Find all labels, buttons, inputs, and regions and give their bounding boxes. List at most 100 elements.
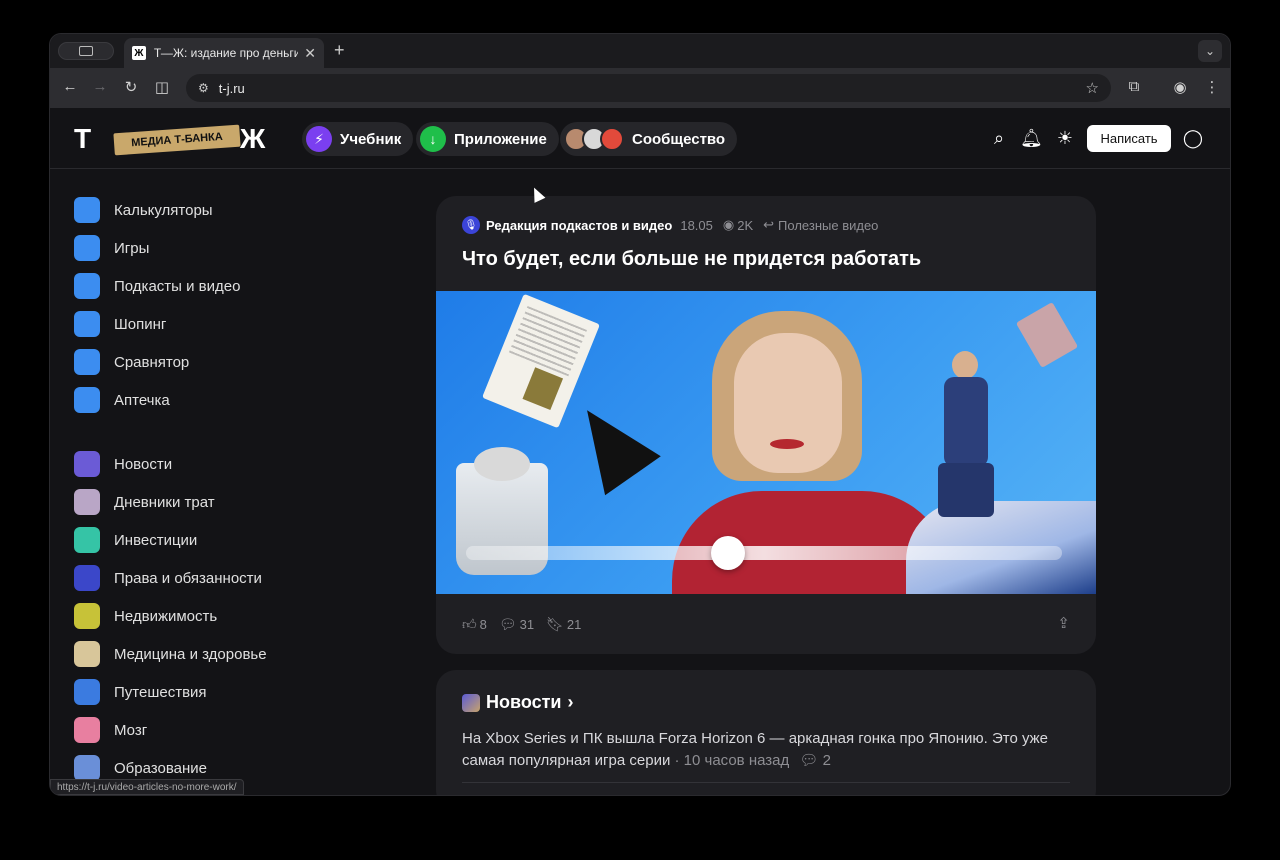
leftnav-item-shopping[interactable]: Шопинг [74, 310, 166, 338]
leftnav-label: Медицина и здоровье [114, 645, 267, 663]
bookmark-icon: 🔖︎ [546, 616, 564, 632]
leftnav-item-games[interactable]: Игры [74, 234, 149, 262]
lips [770, 439, 804, 449]
gamepad-icon [74, 235, 100, 261]
nav-community[interactable]: Сообщество [560, 122, 738, 156]
leftnav-item-investments[interactable]: Инвестиции [74, 526, 197, 554]
avatar [600, 127, 624, 151]
thumbs-up-icon: 👍︎ [462, 616, 477, 632]
write-button[interactable]: Написать [1087, 125, 1171, 152]
tab-strip: Ж Т—Ж: издание про деньги и ✕ + ⌄ [50, 34, 1230, 68]
reply-arrow-icon: ↩ [763, 217, 775, 232]
investments-icon [74, 527, 100, 553]
leftnav-item-travel[interactable]: Путешествия [74, 678, 207, 706]
profile-icon[interactable]: ◉ [1170, 78, 1190, 96]
logo-letter-zh: Ж [240, 123, 265, 154]
head [952, 351, 978, 379]
news-item[interactable]: На Xbox Series и ПК вышла Forza Horizon … [462, 728, 1072, 772]
reload-icon[interactable]: ↻ [121, 78, 141, 96]
article-cover-image[interactable] [436, 291, 1096, 594]
reading-mode-icon[interactable]: ◫ [152, 78, 172, 96]
gavel-icon [74, 565, 100, 591]
leftnav-item-realestate[interactable]: Недвижимость [74, 602, 217, 630]
forward-icon[interactable]: → [90, 78, 110, 95]
leftnav-label: Права и обязанности [114, 569, 262, 587]
nav-uchebnik[interactable]: ⚡ Учебник [302, 122, 414, 156]
comments-button[interactable]: 💬︎ 31 [499, 616, 534, 633]
community-avatars [564, 127, 624, 151]
close-tab-icon[interactable]: ✕ [304, 45, 316, 62]
article-title[interactable]: Что будет, если больше не придется работ… [462, 248, 921, 271]
leftnav-item-pharmacy[interactable]: Аптечка [74, 386, 170, 414]
book-illustration [1015, 301, 1079, 369]
leftnav-item-brain[interactable]: Мозг [74, 716, 147, 744]
nav-app[interactable]: ↓ Приложение [416, 122, 559, 156]
user-account-icon[interactable]: ◯ [1182, 128, 1204, 149]
leftnav-item-comparator[interactable]: Сравнятор [74, 348, 189, 376]
search-icon[interactable]: ⌕ [988, 128, 1010, 149]
new-tab-button[interactable]: + [334, 40, 345, 61]
leftnav-item-news[interactable]: Новости [74, 450, 172, 478]
site-settings-icon[interactable]: ⚙ [198, 81, 209, 95]
back-icon[interactable]: ← [60, 78, 80, 95]
leftnav-label: Мозг [114, 721, 148, 739]
tj-logo[interactable]: Т МЕДИА Т-БАНКА Ж [74, 123, 292, 156]
share-icon[interactable]: ⇪ [1057, 614, 1070, 632]
article-meta: 🎙︎ Редакция подкастов и видео 18.05 ◉ 2K… [462, 216, 878, 234]
face [734, 333, 842, 473]
article-author[interactable]: Редакция подкастов и видео [486, 218, 672, 233]
news-icon [462, 693, 480, 712]
compare-icon [74, 349, 100, 375]
address-bar[interactable]: ⚙ t-j.ru ☆ [186, 74, 1111, 102]
bookmark-button[interactable]: 🔖︎ 21 [546, 616, 581, 633]
nav-community-label: Сообщество [632, 130, 726, 148]
calculator-icon [74, 197, 100, 223]
article-card[interactable]: 🎙︎ Редакция подкастов и видео 18.05 ◉ 2K… [436, 196, 1096, 654]
eye-icon: ◉ [722, 217, 735, 232]
article-date: 18.05 [680, 217, 713, 233]
bookmark-star-icon[interactable]: ☆ [1086, 79, 1099, 97]
leftnav-item-education[interactable]: Образование [74, 754, 207, 782]
news-section-link[interactable]: Новости › [462, 692, 573, 713]
news-comment-count: 2 [822, 752, 831, 769]
logo-letter-t: Т [74, 123, 91, 154]
leftnav-label: Недвижимость [114, 607, 218, 625]
leftnav-item-health[interactable]: Медицина и здоровье [74, 640, 267, 668]
browser-menu-icon[interactable]: ⋮ [1202, 78, 1222, 96]
leftnav-label: Образование [114, 759, 207, 777]
comment-icon: 💬︎ [799, 752, 819, 769]
nav-app-label: Приложение [454, 130, 547, 148]
leftnav-label: Аптечка [114, 391, 170, 409]
extensions-icon[interactable]: ⧉ [1124, 78, 1144, 95]
leftnav-label: Игры [114, 239, 150, 257]
leftnav-item-podcasts[interactable]: Подкасты и видео [74, 272, 240, 300]
slider-knob [711, 536, 746, 570]
leftnav-label: Путешествия [114, 683, 207, 701]
browser-tab[interactable]: Ж Т—Ж: издание про деньги и ✕ [124, 38, 324, 68]
tab-title: Т—Ж: издание про деньги и [153, 46, 299, 60]
download-arrow-icon: ↓ [420, 126, 446, 152]
leftnav-item-rights[interactable]: Права и обязанности [74, 564, 262, 592]
suit [944, 377, 988, 467]
leftnav-label: Новости [114, 455, 173, 473]
news-icon [74, 451, 100, 477]
bell-icon[interactable]: 🔔︎ [1020, 128, 1043, 149]
leftnav-item-calculators[interactable]: Калькуляторы [74, 196, 213, 224]
like-count: 8 [479, 617, 487, 632]
sidebar-icon [79, 46, 93, 56]
slider-track [466, 546, 1062, 560]
leftnav-label: Дневники трат [114, 493, 215, 511]
article-category[interactable]: Полезные видео [778, 218, 878, 233]
chevron-right-icon: › [567, 692, 574, 712]
text-lines [508, 305, 587, 377]
legs [938, 463, 994, 517]
travel-icon [74, 679, 100, 705]
leftnav-item-spending-diaries[interactable]: Дневники трат [74, 488, 215, 516]
theme-toggle-icon[interactable]: ☀ [1054, 128, 1076, 149]
sidebar-toggle-button[interactable] [58, 42, 114, 60]
shopping-bag-icon [74, 311, 100, 337]
url-text: t-j.ru [218, 80, 245, 96]
tab-search-button[interactable]: ⌄ [1198, 40, 1222, 62]
pills-icon [74, 387, 100, 413]
like-button[interactable]: 👍︎ 8 [462, 616, 487, 633]
